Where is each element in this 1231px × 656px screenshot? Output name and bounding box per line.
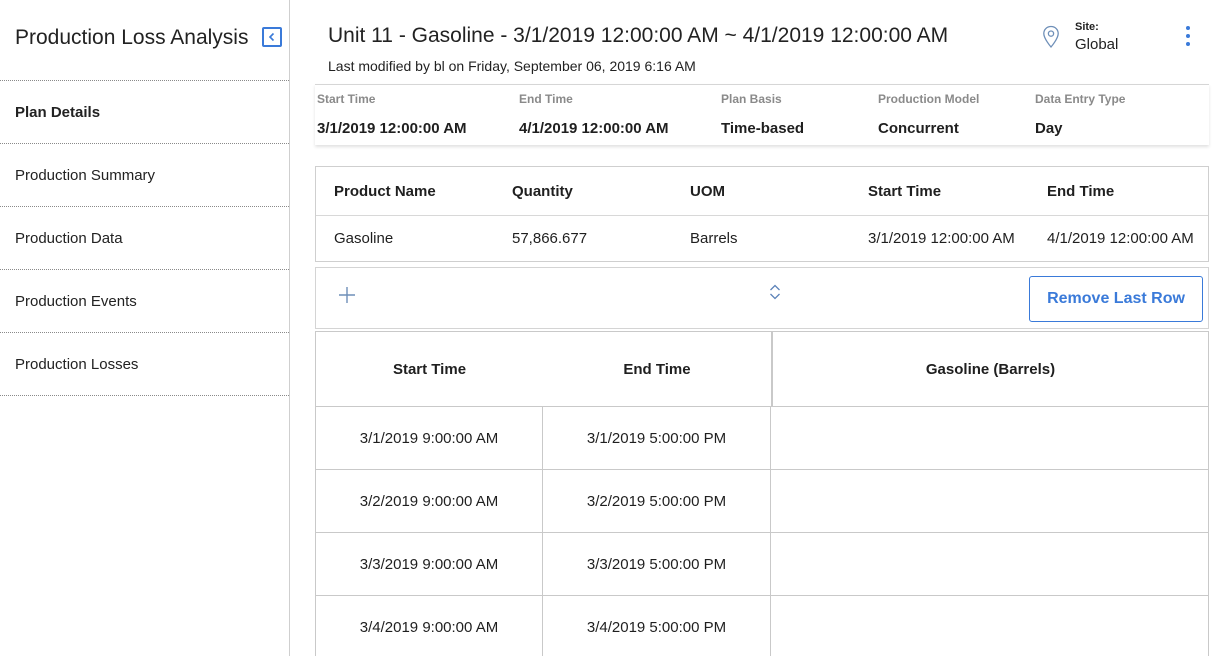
- kebab-dot: [1186, 26, 1190, 30]
- column-header-start-time[interactable]: Start Time: [868, 183, 941, 200]
- cell-gasoline-input[interactable]: [771, 407, 1209, 470]
- sidebar-item-production-losses[interactable]: Production Losses: [0, 333, 289, 396]
- cell-quantity: 57,866.677: [512, 230, 588, 247]
- cell-gasoline-input[interactable]: [771, 596, 1209, 656]
- cell-end-time: 3/4/2019 5:00:00 PM: [543, 596, 771, 656]
- sidebar-item-production-events[interactable]: Production Events: [0, 270, 289, 333]
- site-label: Site:: [1075, 21, 1099, 33]
- table-row[interactable]: 3/3/2019 9:00:00 AM 3/3/2019 5:00:00 PM: [315, 533, 1209, 596]
- production-data-grid: Start Time End Time Gasoline (Barrels) 3…: [315, 331, 1209, 656]
- summary-value: 4/1/2019 12:00:00 AM: [519, 120, 669, 137]
- kebab-menu-icon[interactable]: [1183, 26, 1193, 46]
- sidebar-item-plan-details[interactable]: Plan Details: [0, 81, 289, 144]
- sidebar-item-production-summary[interactable]: Production Summary: [0, 144, 289, 207]
- table-row[interactable]: 3/1/2019 9:00:00 AM 3/1/2019 5:00:00 PM: [315, 407, 1209, 470]
- cell-start-time: 3/3/2019 9:00:00 AM: [315, 533, 543, 596]
- table-row[interactable]: Gasoline 57,866.677 Barrels 3/1/2019 12:…: [316, 215, 1208, 261]
- product-table: Product Name Quantity UOM Start Time End…: [315, 166, 1209, 262]
- page-title: Unit 11 - Gasoline - 3/1/2019 12:00:00 A…: [328, 24, 949, 47]
- summary-label: End Time: [519, 92, 573, 106]
- site-selector[interactable]: Site: Global: [1042, 21, 1152, 61]
- cell-gasoline-input[interactable]: [771, 470, 1209, 533]
- summary-label: Plan Basis: [721, 92, 782, 106]
- grid-header: Start Time End Time Gasoline (Barrels): [315, 331, 1209, 407]
- plus-icon: [339, 287, 355, 303]
- table-row[interactable]: 3/2/2019 9:00:00 AM 3/2/2019 5:00:00 PM: [315, 470, 1209, 533]
- sidebar-item-production-data[interactable]: Production Data: [0, 207, 289, 270]
- cell-start-time: 3/2/2019 9:00:00 AM: [315, 470, 543, 533]
- product-table-header: Product Name Quantity UOM Start Time End…: [316, 167, 1208, 216]
- sidebar-header: Production Loss Analysis: [0, 0, 289, 81]
- collapse-sidebar-button[interactable]: [262, 27, 282, 47]
- cell-end-time: 3/1/2019 5:00:00 PM: [543, 407, 771, 470]
- add-row-button[interactable]: [336, 284, 358, 306]
- summary-value: 3/1/2019 12:00:00 AM: [317, 120, 467, 137]
- summary-label: Start Time: [317, 92, 376, 106]
- kebab-dot: [1186, 42, 1190, 46]
- sidebar-title: Production Loss Analysis: [15, 26, 249, 49]
- kebab-dot: [1186, 34, 1190, 38]
- summary-label: Production Model: [878, 92, 980, 106]
- last-modified-text: Last modified by bl on Friday, September…: [328, 58, 696, 74]
- summary-value: Concurrent: [878, 120, 959, 137]
- sort-icon: [770, 284, 780, 300]
- cell-gasoline-input[interactable]: [771, 533, 1209, 596]
- cell-end-time: 4/1/2019 12:00:00 AM: [1047, 230, 1194, 247]
- cell-end-time: 3/2/2019 5:00:00 PM: [543, 470, 771, 533]
- summary-value: Time-based: [721, 120, 805, 137]
- grid-header-end-time[interactable]: End Time: [543, 331, 772, 407]
- sort-button[interactable]: [768, 283, 782, 306]
- grid-toolbar: Remove Last Row: [315, 267, 1209, 329]
- remove-last-row-button[interactable]: Remove Last Row: [1029, 276, 1203, 322]
- sidebar: Production Loss Analysis Plan Details Pr…: [0, 0, 290, 656]
- cell-start-time: 3/1/2019 12:00:00 AM: [868, 230, 1015, 247]
- grid-header-gasoline-barrels[interactable]: Gasoline (Barrels): [771, 331, 1209, 407]
- column-header-quantity[interactable]: Quantity: [512, 183, 573, 200]
- column-header-uom[interactable]: UOM: [690, 183, 725, 200]
- site-value: Global: [1075, 36, 1119, 53]
- main-content: Unit 11 - Gasoline - 3/1/2019 12:00:00 A…: [290, 0, 1231, 656]
- cell-product-name: Gasoline: [334, 230, 394, 247]
- cell-uom: Barrels: [690, 230, 738, 247]
- chevron-left-icon: [268, 32, 275, 42]
- column-header-end-time[interactable]: End Time: [1047, 183, 1114, 200]
- summary-value: Day: [1035, 120, 1063, 137]
- cell-start-time: 3/4/2019 9:00:00 AM: [315, 596, 543, 656]
- grid-header-start-time[interactable]: Start Time: [315, 331, 544, 407]
- cell-start-time: 3/1/2019 9:00:00 AM: [315, 407, 543, 470]
- column-header-product-name[interactable]: Product Name: [334, 183, 436, 200]
- map-pin-icon: [1043, 25, 1059, 48]
- cell-end-time: 3/3/2019 5:00:00 PM: [543, 533, 771, 596]
- plan-summary: Start Time 3/1/2019 12:00:00 AM End Time…: [315, 84, 1209, 145]
- summary-label: Data Entry Type: [1035, 92, 1126, 106]
- table-row[interactable]: 3/4/2019 9:00:00 AM 3/4/2019 5:00:00 PM: [315, 596, 1209, 656]
